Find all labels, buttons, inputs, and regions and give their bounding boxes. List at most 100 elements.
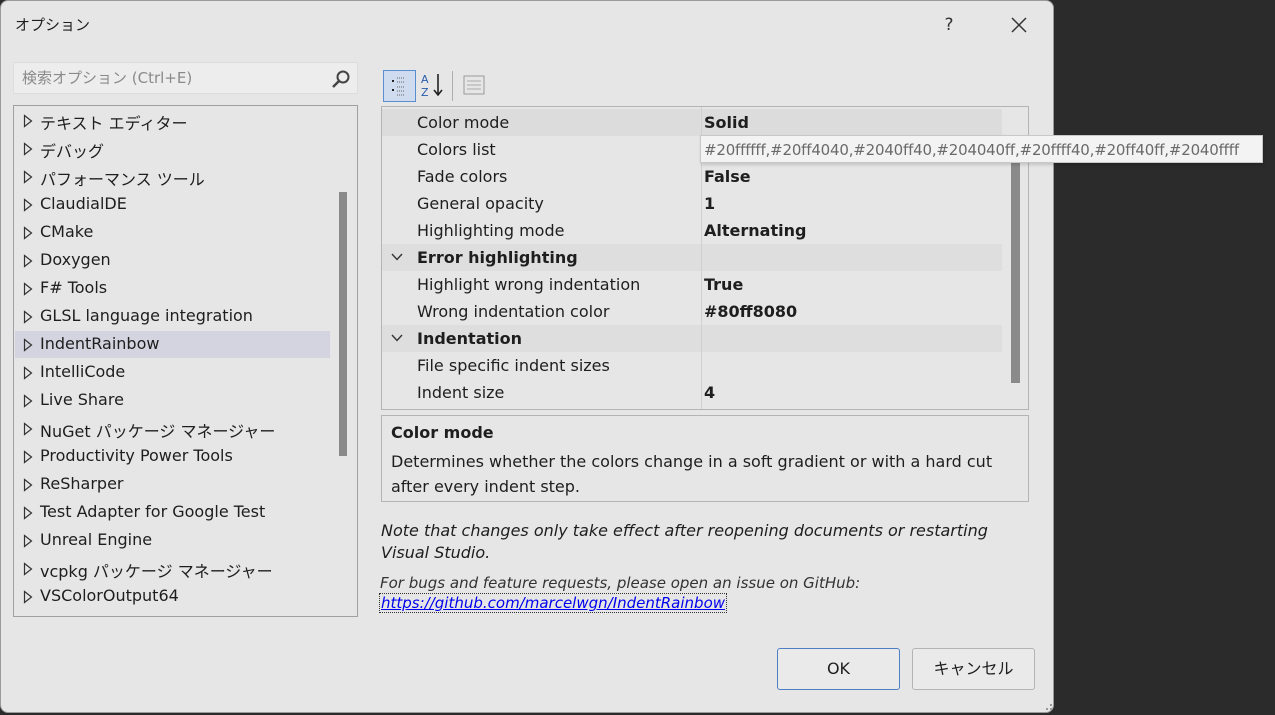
expand-arrow-icon[interactable] bbox=[23, 254, 33, 268]
tree-item-label: ClaudialDE bbox=[40, 194, 127, 213]
expand-arrow-icon[interactable] bbox=[23, 198, 33, 212]
collapse-chevron-icon[interactable] bbox=[391, 253, 403, 261]
property-value[interactable]: True bbox=[704, 275, 743, 294]
close-icon bbox=[1011, 17, 1027, 33]
property-value[interactable]: 1 bbox=[704, 194, 715, 213]
title-bar: オプション ? bbox=[1, 1, 1053, 49]
tree-item[interactable]: IndentRainbow bbox=[15, 331, 330, 358]
property-name: Colors list bbox=[417, 140, 496, 159]
expand-arrow-icon[interactable] bbox=[23, 282, 33, 296]
tree-item-label: ReSharper bbox=[40, 474, 124, 493]
description-panel: Color mode Determines whether the colors… bbox=[381, 415, 1029, 502]
tree-item[interactable]: ReSharper bbox=[15, 471, 330, 498]
expand-arrow-icon[interactable] bbox=[23, 170, 33, 184]
property-value[interactable]: #80ff8080 bbox=[704, 302, 797, 321]
expand-arrow-icon[interactable] bbox=[23, 394, 33, 408]
tree-item[interactable]: パフォーマンス ツール bbox=[15, 163, 330, 190]
grid-property-row[interactable]: Wrong indentation color #80ff8080 bbox=[382, 298, 1002, 325]
tree-item[interactable]: VSColorOutput64 bbox=[15, 583, 330, 610]
tree-item[interactable]: CMake bbox=[15, 219, 330, 246]
tree-item[interactable]: F# Tools bbox=[15, 275, 330, 302]
options-dialog: オプション ? テキスト エディターデバッグパフォーマンス ツール Claudia… bbox=[0, 0, 1054, 713]
grid-property-row[interactable]: Highlighting mode Alternating bbox=[382, 217, 1002, 244]
collapse-chevron-icon[interactable] bbox=[391, 334, 403, 342]
tree-item-label: デバッグ bbox=[40, 142, 105, 161]
expand-arrow-icon[interactable] bbox=[23, 562, 33, 576]
tree-item[interactable]: テキスト エディター bbox=[15, 107, 330, 134]
categorized-view-button[interactable] bbox=[383, 70, 416, 102]
search-box[interactable] bbox=[13, 62, 358, 94]
search-icon[interactable] bbox=[331, 69, 351, 89]
expand-arrow-icon[interactable] bbox=[23, 422, 33, 436]
tree-item[interactable]: Doxygen bbox=[15, 247, 330, 274]
expand-arrow-icon[interactable] bbox=[23, 114, 33, 128]
alphabetical-view-button[interactable]: A Z bbox=[418, 70, 451, 102]
tree-item-label: Doxygen bbox=[40, 250, 111, 269]
tree-item[interactable]: Productivity Power Tools bbox=[15, 443, 330, 470]
help-button[interactable]: ? bbox=[933, 9, 965, 41]
colors-list-tooltip: #20ffffff,#20ff4040,#2040ff40,#204040ff,… bbox=[700, 135, 1263, 163]
github-link[interactable]: https://github.com/marcelwgn/IndentRainb… bbox=[379, 593, 728, 613]
property-value[interactable]: Solid bbox=[704, 113, 749, 132]
window-title: オプション bbox=[15, 16, 91, 34]
sort-az-icon: A Z bbox=[421, 73, 443, 99]
close-button[interactable] bbox=[1003, 9, 1035, 41]
expand-arrow-icon[interactable] bbox=[23, 226, 33, 240]
expand-arrow-icon[interactable] bbox=[23, 310, 33, 324]
tree-scrollbar[interactable] bbox=[339, 192, 347, 456]
expand-arrow-icon[interactable] bbox=[23, 534, 33, 548]
ok-button[interactable]: OK bbox=[777, 648, 900, 690]
tree-item[interactable]: IntelliCode bbox=[15, 359, 330, 386]
tree-item-label: IndentRainbow bbox=[40, 334, 160, 353]
options-tree[interactable]: テキスト エディターデバッグパフォーマンス ツール ClaudialDE CMake… bbox=[13, 105, 358, 617]
property-pages-button[interactable] bbox=[457, 70, 490, 102]
expand-arrow-icon[interactable] bbox=[23, 142, 33, 156]
grid-category-row[interactable]: Error highlighting bbox=[382, 244, 1002, 271]
tree-item[interactable]: デバッグ bbox=[15, 135, 330, 162]
tree-item[interactable]: ClaudialDE bbox=[15, 191, 330, 218]
tree-item[interactable]: Test Adapter for Google Test bbox=[15, 499, 330, 526]
resize-grip-icon[interactable] bbox=[1041, 699, 1053, 711]
expand-arrow-icon[interactable] bbox=[23, 478, 33, 492]
property-name: Highlighting mode bbox=[417, 221, 565, 240]
grid-property-row[interactable]: Indent size 4 bbox=[382, 379, 1002, 406]
svg-text:Z: Z bbox=[421, 86, 429, 99]
tree-item-label: CMake bbox=[40, 222, 94, 241]
tree-item[interactable]: Live Share bbox=[15, 387, 330, 414]
grid-property-row[interactable]: Fade colors False bbox=[382, 163, 1002, 190]
tree-item-label: Unreal Engine bbox=[40, 530, 153, 549]
expand-arrow-icon[interactable] bbox=[23, 590, 33, 604]
tree-item-label: IntelliCode bbox=[40, 362, 126, 381]
toolbar-separator bbox=[452, 71, 453, 101]
categorized-icon bbox=[392, 77, 405, 96]
expand-arrow-icon[interactable] bbox=[23, 506, 33, 520]
property-value[interactable]: False bbox=[704, 167, 751, 186]
grid-property-row[interactable]: Color mode Solid bbox=[382, 109, 1002, 136]
tree-item-label: F# Tools bbox=[40, 278, 108, 297]
search-input[interactable] bbox=[14, 63, 324, 93]
grid-scrollbar[interactable] bbox=[1011, 151, 1020, 383]
property-value[interactable]: 4 bbox=[704, 383, 715, 402]
tree-item[interactable]: GLSL language integration bbox=[15, 303, 330, 330]
property-name: File specific indent sizes bbox=[417, 356, 610, 375]
tree-item-label: パフォーマンス ツール bbox=[40, 170, 205, 189]
property-name: Highlight wrong indentation bbox=[417, 275, 641, 294]
tree-item[interactable]: Unreal Engine bbox=[15, 527, 330, 554]
tree-item[interactable]: vcpkg パッケージ マネージャー bbox=[15, 555, 330, 582]
tree-item-label: Live Share bbox=[40, 390, 124, 409]
restart-note: Note that changes only take effect after… bbox=[381, 521, 988, 562]
expand-arrow-icon[interactable] bbox=[23, 366, 33, 380]
grid-property-row[interactable]: File specific indent sizes bbox=[382, 352, 1002, 379]
cancel-button[interactable]: キャンセル bbox=[912, 648, 1035, 690]
grid-category-row[interactable]: Indentation bbox=[382, 325, 1002, 352]
property-pages-icon bbox=[463, 75, 485, 95]
grid-property-row[interactable]: Highlight wrong indentation True bbox=[382, 271, 1002, 298]
description-text: Determines whether the colors change in … bbox=[391, 452, 993, 496]
grid-property-row[interactable]: General opacity 1 bbox=[382, 190, 1002, 217]
property-name: General opacity bbox=[417, 194, 544, 213]
tree-item[interactable]: NuGet パッケージ マネージャー bbox=[15, 415, 330, 442]
expand-arrow-icon[interactable] bbox=[23, 450, 33, 464]
property-value[interactable]: Alternating bbox=[704, 221, 806, 240]
property-name: Indent size bbox=[417, 383, 505, 402]
expand-arrow-icon[interactable] bbox=[23, 338, 33, 352]
